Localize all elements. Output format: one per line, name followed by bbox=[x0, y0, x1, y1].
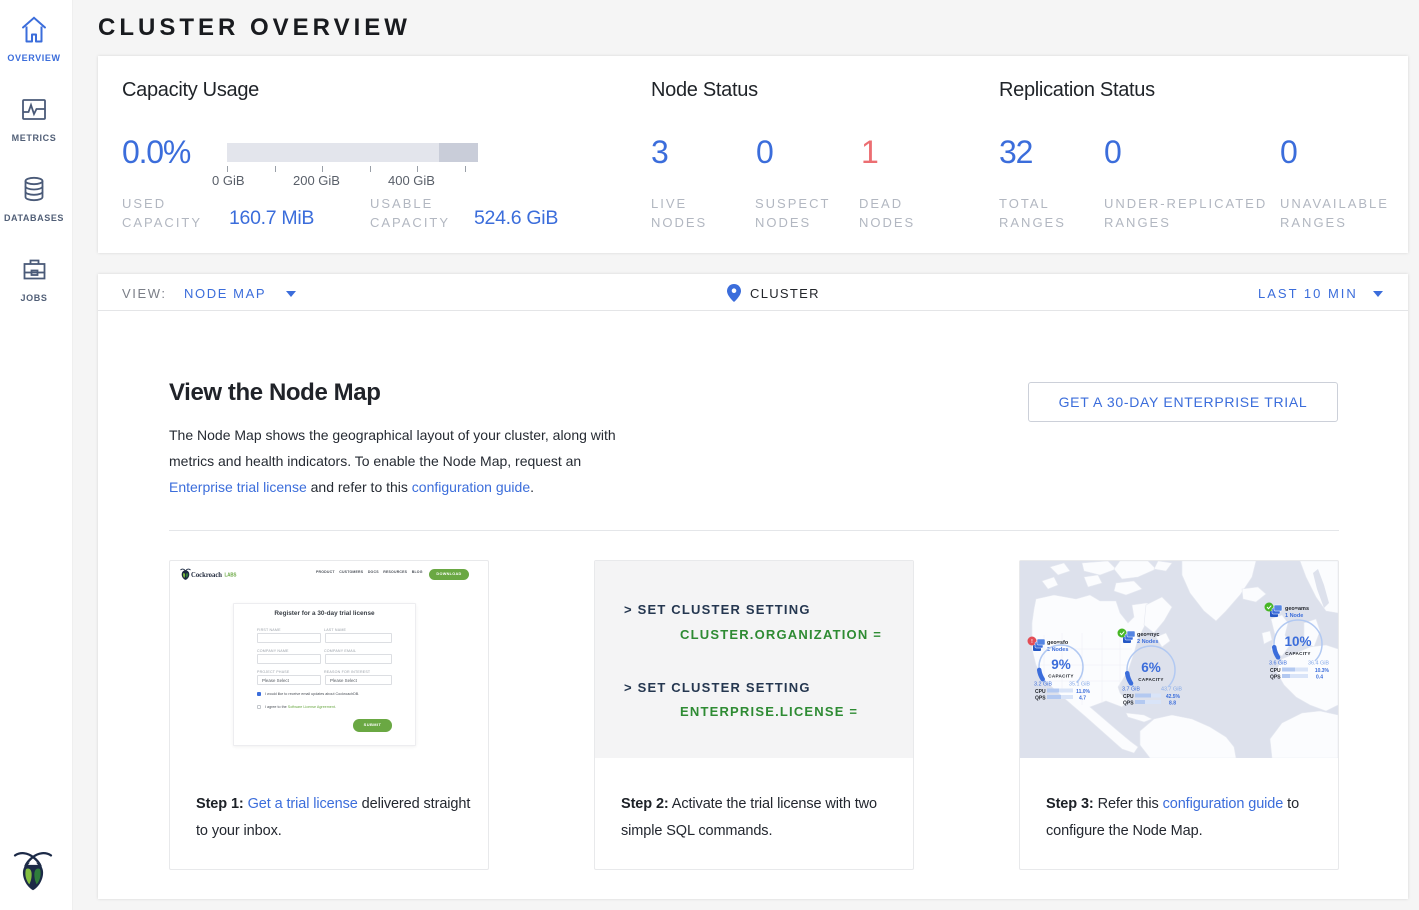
svg-text:6%: 6% bbox=[1141, 660, 1161, 675]
svg-text:LABS: LABS bbox=[225, 573, 237, 579]
svg-text:3.2 GiB: 3.2 GiB bbox=[1034, 682, 1052, 688]
svg-text:1 Node: 1 Node bbox=[1285, 613, 1303, 619]
svg-text:9%: 9% bbox=[1051, 657, 1071, 672]
svg-text:geo=ams: geo=ams bbox=[1285, 606, 1309, 612]
svg-text:3.7 GiB: 3.7 GiB bbox=[1122, 687, 1140, 693]
svg-text:42.5%: 42.5% bbox=[1166, 694, 1181, 700]
svg-text:CAPACITY: CAPACITY bbox=[1285, 651, 1311, 656]
svg-text:10%: 10% bbox=[1284, 634, 1311, 649]
svg-text:CAPACITY: CAPACITY bbox=[1138, 677, 1164, 682]
svg-text:CPU: CPU bbox=[1035, 689, 1046, 695]
svg-text:35.1 GiB: 35.1 GiB bbox=[1069, 682, 1090, 688]
svg-text:3.6 GiB: 3.6 GiB bbox=[1269, 661, 1287, 667]
svg-text:10.3%: 10.3% bbox=[1315, 668, 1330, 674]
svg-text:CAPACITY: CAPACITY bbox=[1048, 674, 1074, 679]
svg-text:4.7: 4.7 bbox=[1079, 696, 1086, 702]
svg-text:CPU: CPU bbox=[1123, 694, 1134, 700]
svg-text:QPS: QPS bbox=[1035, 696, 1046, 702]
svg-text:CPU: CPU bbox=[1270, 668, 1281, 674]
svg-text:8.8: 8.8 bbox=[1169, 701, 1176, 707]
svg-text:43.7 GiB: 43.7 GiB bbox=[1161, 687, 1182, 693]
svg-text:Cockroach: Cockroach bbox=[191, 570, 223, 579]
svg-text:geo=nyc: geo=nyc bbox=[1137, 632, 1159, 638]
svg-text:QPS: QPS bbox=[1123, 701, 1134, 707]
svg-text:2 Nodes: 2 Nodes bbox=[1137, 639, 1158, 645]
svg-text:11.0%: 11.0% bbox=[1076, 689, 1090, 695]
svg-text:36.4 GiB: 36.4 GiB bbox=[1308, 661, 1329, 667]
svg-text:0.4: 0.4 bbox=[1316, 675, 1323, 681]
svg-text:QPS: QPS bbox=[1270, 675, 1281, 681]
